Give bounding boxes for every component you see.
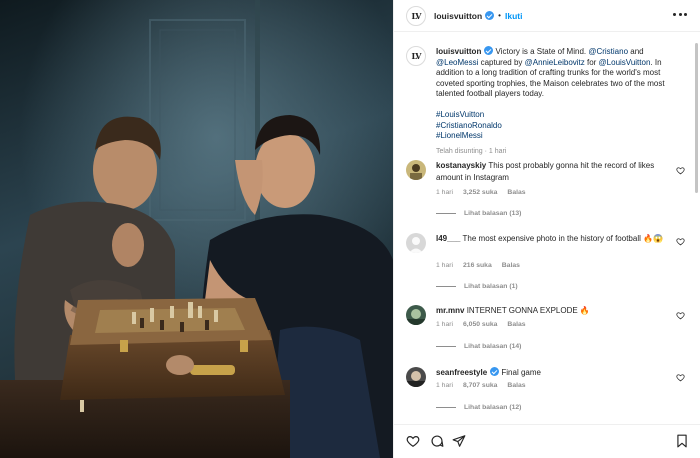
reply-button[interactable]: Balas [507, 321, 525, 328]
heart-icon[interactable] [676, 373, 685, 382]
comment-time: 1 hari [436, 189, 454, 196]
post-details-panel: LV louisvuitton • Ikuti LV louisvuitton … [393, 0, 700, 458]
more-options-icon[interactable] [673, 13, 687, 17]
comment-text: seanfreestyle Final game [436, 367, 666, 379]
comment-content: INTERNET GONNA EXPLODE 🔥 [466, 306, 590, 315]
hashtag-link[interactable]: #CristianoRonaldo [436, 121, 686, 132]
comment-content: The most expensive photo in the history … [462, 234, 664, 243]
mention-link[interactable]: @LeoMessi [436, 58, 478, 67]
view-replies-label[interactable]: Lihat balasan (14) [464, 343, 521, 350]
view-replies-label[interactable]: Lihat balasan (1) [464, 283, 518, 290]
heart-icon[interactable] [676, 237, 685, 246]
view-replies[interactable]: Lihat balasan (13) [436, 210, 521, 217]
comment-meta: 1 hari 3,252 suka Balas [436, 189, 526, 196]
reply-button[interactable]: Balas [502, 262, 520, 269]
post-header: LV louisvuitton • Ikuti [394, 0, 700, 32]
bookmark-icon[interactable] [675, 434, 689, 448]
verified-badge-icon [485, 11, 495, 20]
avatar[interactable] [406, 305, 426, 325]
caption-text-part: captured by [478, 57, 525, 67]
comment-likes[interactable]: 3,252 suka [463, 189, 497, 196]
reply-button[interactable]: Balas [507, 382, 525, 389]
heart-icon[interactable] [676, 166, 685, 175]
mention-link[interactable]: @LouisVuitton [599, 58, 651, 67]
comment-meta: 1 hari 216 suka Balas [436, 262, 520, 269]
comment-username[interactable]: kostanayskiy [436, 161, 486, 170]
mention-link[interactable]: @Cristiano [588, 47, 628, 56]
comment-username[interactable]: seanfreestyle [436, 368, 487, 377]
caption-text: louisvuitton Victory is a State of Mind.… [436, 46, 686, 157]
avatar[interactable] [406, 160, 426, 180]
post-caption: LV louisvuitton Victory is a State of Mi… [406, 46, 691, 157]
comment-likes[interactable]: 8,707 suka [463, 382, 497, 389]
instagram-post: LV louisvuitton • Ikuti LV louisvuitton … [0, 0, 700, 458]
comment-text: l49___ The most expensive photo in the h… [436, 233, 666, 245]
post-image [0, 0, 393, 458]
comment-username[interactable]: mr.mnv [436, 306, 464, 315]
comment-username[interactable]: l49___ [436, 234, 460, 243]
caption-author-avatar[interactable]: LV [406, 46, 426, 66]
view-replies-label[interactable]: Lihat balasan (13) [464, 210, 521, 217]
heart-icon[interactable] [406, 434, 420, 448]
comment-time: 1 hari [436, 382, 454, 389]
view-replies-label[interactable]: Lihat balasan (12) [464, 404, 521, 411]
view-replies[interactable]: Lihat balasan (14) [436, 343, 521, 350]
hashtag-link[interactable]: #LionelMessi [436, 131, 686, 142]
post-photo [0, 0, 393, 458]
author-username[interactable]: louisvuitton [434, 11, 482, 21]
caption-text-part: for [584, 57, 599, 67]
scrollbar-thumb[interactable] [695, 43, 698, 193]
verified-badge-icon [484, 46, 494, 55]
follow-button[interactable]: Ikuti [505, 11, 522, 21]
reply-button[interactable]: Balas [507, 189, 525, 196]
separator-dot: • [498, 11, 501, 20]
comment-text: mr.mnv INTERNET GONNA EXPLODE 🔥 [436, 305, 666, 317]
avatar[interactable] [406, 367, 426, 387]
view-replies[interactable]: Lihat balasan (1) [436, 283, 518, 290]
hashtag-link[interactable]: #LouisVuitton [436, 110, 686, 121]
mention-link[interactable]: @AnnieLeibovitz [525, 58, 585, 67]
view-replies[interactable]: Lihat balasan (12) [436, 404, 521, 411]
caption-username[interactable]: louisvuitton [436, 47, 481, 56]
caption-text-part: Victory is a State of Mind. [493, 47, 589, 56]
action-bar [394, 424, 700, 458]
comment-time: 1 hari [436, 262, 454, 269]
edited-timestamp: Telah disunting · 1 hari [436, 147, 507, 155]
comment-likes[interactable]: 216 suka [463, 262, 492, 269]
author-avatar[interactable]: LV [406, 5, 426, 26]
comment-icon[interactable] [430, 434, 444, 448]
hashtag-list: #LouisVuitton #CristianoRonaldo #LionelM… [436, 110, 686, 142]
comment-time: 1 hari [436, 321, 454, 328]
comment-likes[interactable]: 6,050 suka [463, 321, 497, 328]
comment-meta: 1 hari 8,707 suka Balas [436, 382, 526, 389]
comment-content: Final game [501, 368, 541, 377]
verified-badge-icon [490, 367, 500, 376]
share-icon[interactable] [452, 434, 466, 448]
caption-text-part: and [628, 47, 644, 56]
comment-text: kostanayskiy This post probably gonna hi… [436, 160, 666, 183]
comment-meta: 1 hari 6,050 suka Balas [436, 321, 526, 328]
avatar[interactable] [406, 233, 426, 253]
heart-icon[interactable] [676, 311, 685, 320]
